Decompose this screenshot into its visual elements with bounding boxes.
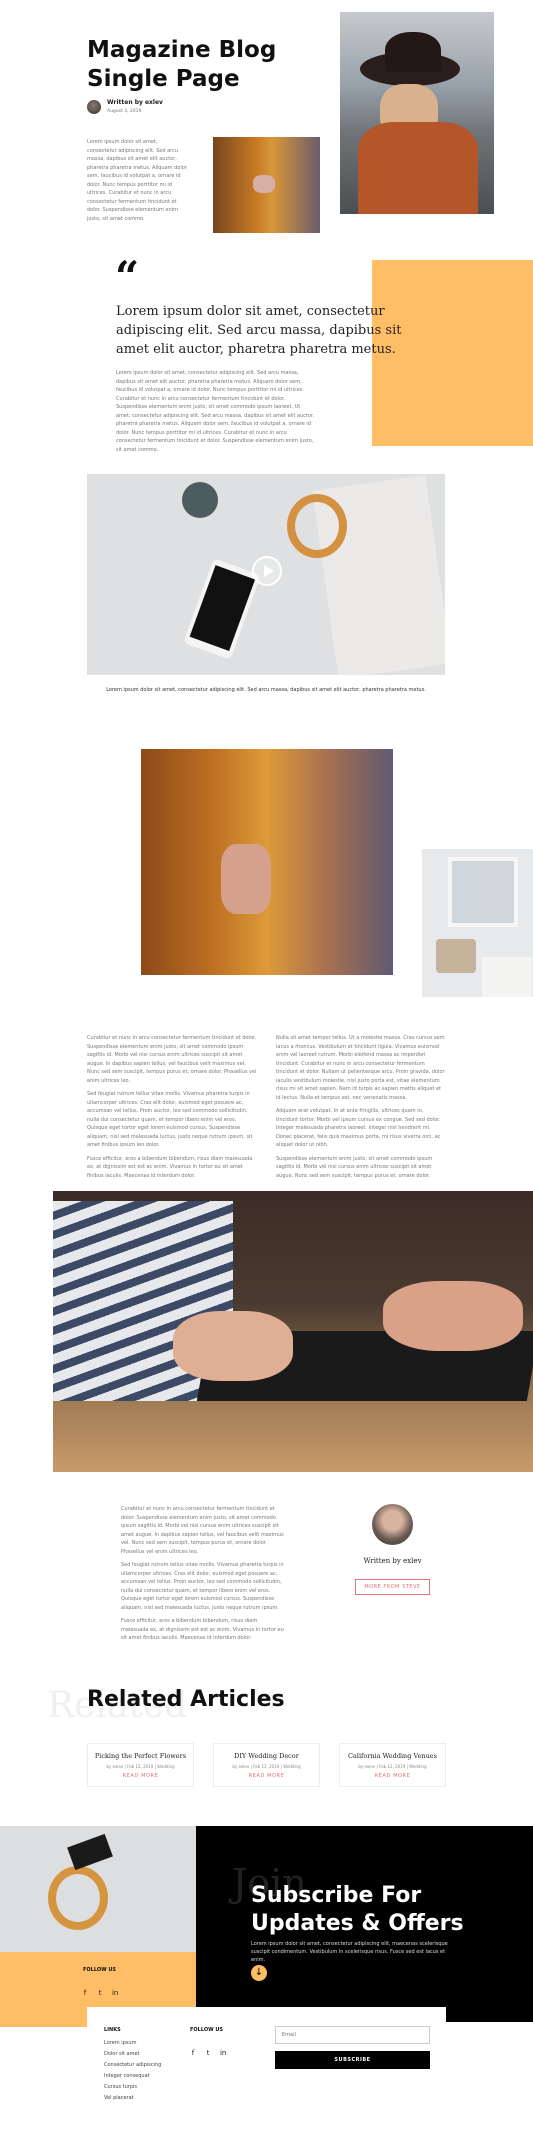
footer-link[interactable]: Dolor sit amet [104,2049,161,2060]
quote-paragraph: Lorem ipsum dolor sit amet, consectetur … [116,370,315,453]
hero-image-woman-hat [340,12,494,214]
facebook-icon[interactable]: f [188,2048,198,2058]
subscribe-text: Lorem ipsum dolor sit amet, consectetur … [251,1941,448,1963]
scroll-down-icon[interactable]: ↓ [251,1965,267,1981]
read-more-link[interactable]: READ MORE [340,1773,445,1779]
related-card[interactable]: Picking the Perfect Flowers by exlev | F… [87,1743,194,1787]
more-from-author-button[interactable]: MORE FROM STEVE [355,1579,430,1595]
footer-link[interactable]: Vel placerat [104,2093,161,2104]
follow-icons: f t in [80,1980,120,1999]
footer-follow-title: FOLLOW US [190,2027,224,2033]
column-right-p2: Aliquam erat volutpat. In at ante fringi… [276,1108,441,1148]
column-left-p1: Curabitur et nunc in arcu consectetur fe… [87,1035,257,1084]
page-title: Magazine Blog Single Page [87,37,277,92]
footer-links-title: LINKS [104,2027,121,2033]
related-card-meta: by exlev | Feb 12, 2019 | Wedding [106,1764,175,1769]
read-more-link[interactable]: READ MORE [88,1773,193,1779]
author-avatar [87,100,101,114]
footer-link[interactable]: Lorem ipsum [104,2038,161,2049]
linkedin-icon[interactable]: in [110,1988,120,1998]
headphones-image [0,1826,196,1952]
video-caption: Lorem ipsum dolor sit amet, consectetur … [106,687,426,693]
hand-sweater-image-large [141,749,393,975]
column-right-p3: Suspendisse elementum enim justo, sit am… [276,1155,433,1179]
quote-mark-icon: “ [115,252,140,301]
quote-text: Lorem ipsum dolor sit amet, consectetur … [116,304,402,357]
author-section-p1: Curabitur et nunc in arcu consectetur fe… [121,1506,284,1555]
twitter-icon[interactable]: t [95,1988,105,1998]
footer-follow-icons: f t in [188,2040,228,2059]
footer-link[interactable]: Cursus turpis [104,2082,161,2093]
column-right-p1: Nulla sit amet tempor tellus. Ut a moles… [276,1035,445,1101]
video-thumbnail[interactable] [87,474,445,675]
twitter-icon[interactable]: t [203,2048,213,2058]
room-interior-image [422,849,533,997]
subscribe-title: Subscribe For Updates & Offers [251,1883,464,1936]
footer-link[interactable]: Consectetur adipiscing [104,2060,161,2071]
column-left-p3: Fusce efficitur, eros a bibendum bibendu… [87,1155,253,1179]
footer-link[interactable]: Integer consequat [104,2071,161,2082]
author-bio-name: Written by exlev [363,1557,422,1565]
column-left: Curabitur et nunc in arcu consectetur fe… [87,1034,257,1180]
author-section-p2: Sed feugiat rutrum tellus vitae mollis. … [121,1562,284,1611]
hand-sweater-image-small [213,137,320,233]
play-icon[interactable] [252,556,282,586]
facebook-icon[interactable]: f [80,1988,90,1998]
related-card-title[interactable]: California Wedding Venues [340,1752,445,1760]
notebook-hands-image [53,1191,533,1472]
column-left-p2: Sed feugiat rutrum tellus vitae mollis. … [87,1091,253,1148]
related-card-meta: by exlev | Feb 12, 2019 | Wedding [232,1764,301,1769]
column-right: Nulla sit amet tempor tellus. Ut a moles… [276,1034,446,1180]
related-card-meta: by exlev | Feb 12, 2019 | Wedding [358,1764,427,1769]
follow-label: FOLLOW US [83,1967,117,1973]
footer-links: Lorem ipsum Dolor sit amet Consectetur a… [104,2038,161,2104]
related-card[interactable]: DIY Wedding Decor by exlev | Feb 12, 201… [213,1743,320,1787]
author-line[interactable]: Written by exlev [107,99,163,106]
related-articles-title: Related Articles [87,1687,285,1712]
related-card-title[interactable]: Picking the Perfect Flowers [88,1752,193,1760]
author-bio-avatar [372,1504,413,1545]
intro-paragraph: Lorem ipsum dolor sit amet, consectetur … [87,139,187,222]
author-section-text: Curabitur et nunc in arcu consectetur fe… [121,1505,286,1643]
author-section-p3: Fusce efficitur, eros a bibendum bibendu… [121,1618,284,1641]
post-date: August 3, 2019 [107,109,142,114]
subscribe-button[interactable]: SUBSCRIBE [275,2051,430,2069]
related-card[interactable]: California Wedding Venues by exlev | Feb… [339,1743,446,1787]
linkedin-icon[interactable]: in [218,2048,228,2058]
related-card-title[interactable]: DIY Wedding Decor [214,1752,319,1760]
email-input[interactable] [275,2026,430,2044]
read-more-link[interactable]: READ MORE [214,1773,319,1779]
